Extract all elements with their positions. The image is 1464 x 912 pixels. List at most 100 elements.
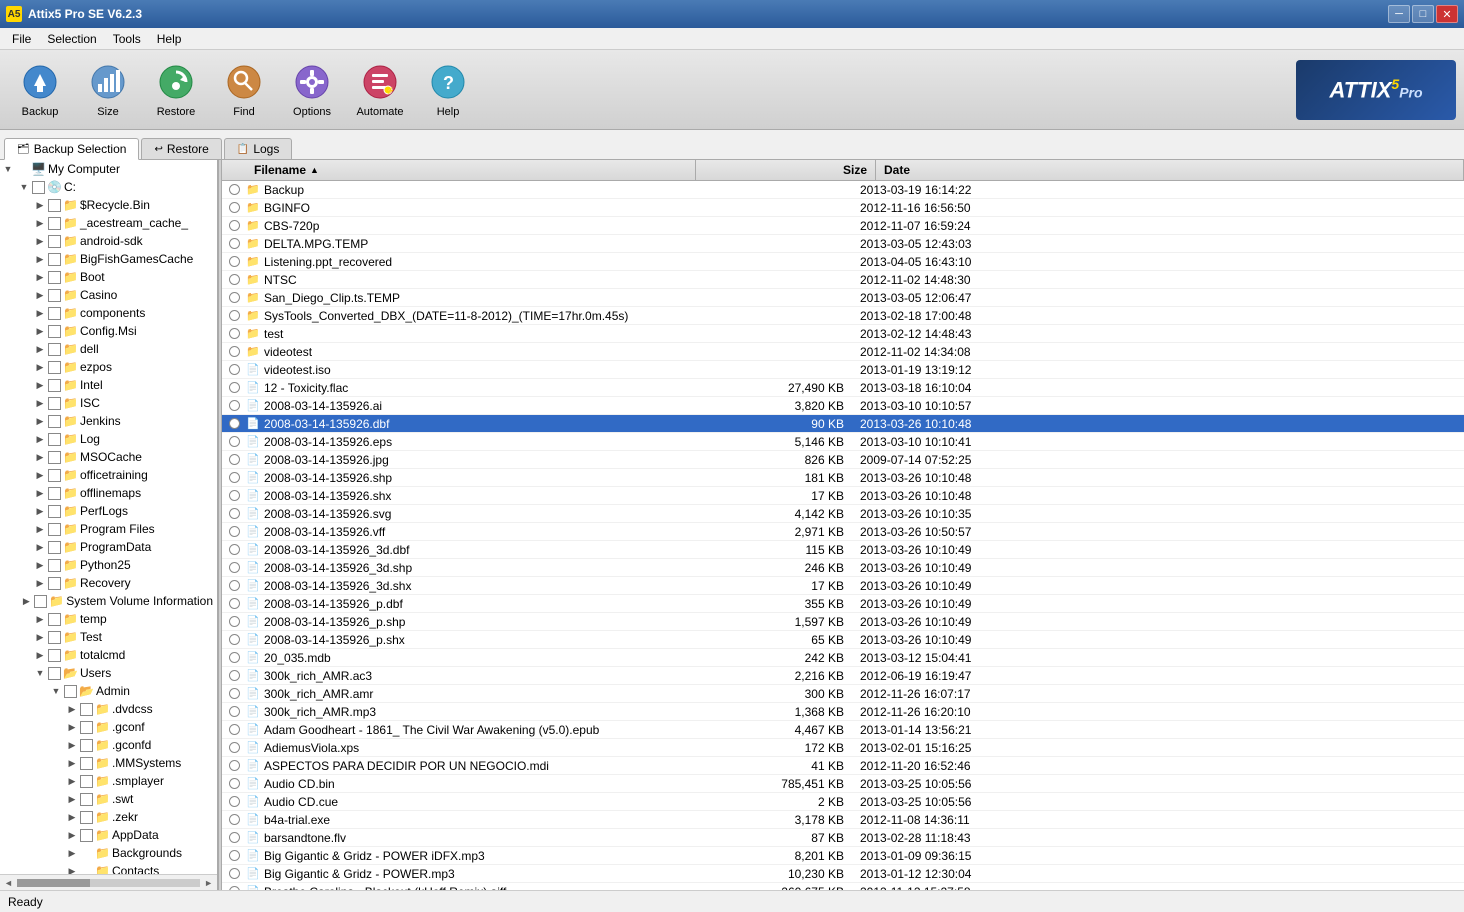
file-row[interactable]: 📄 20_035.mdb 242 KB 2013-03-12 15:04:41 [222, 649, 1464, 667]
file-row[interactable]: 📄 2008-03-14-135926.ai 3,820 KB 2013-03-… [222, 397, 1464, 415]
size-button[interactable]: Size [76, 56, 140, 124]
help-button[interactable]: ? Help [416, 56, 480, 124]
file-radio[interactable] [229, 418, 240, 429]
tree-expander-contacts[interactable]: ▶ [64, 863, 80, 874]
tree-checkbox-gconf[interactable] [80, 721, 93, 734]
file-radio[interactable] [229, 616, 240, 627]
tree-expander-jenkins[interactable]: ▶ [32, 413, 48, 429]
tree-expander-offlinemaps[interactable]: ▶ [32, 485, 48, 501]
close-button[interactable]: ✕ [1436, 5, 1458, 23]
tree-checkbox-python25[interactable] [48, 559, 61, 572]
tree-node-officetraining[interactable]: ▶📁officetraining [0, 466, 217, 484]
tree-node-gconfd[interactable]: ▶📁.gconfd [0, 736, 217, 754]
tree-checkbox-gconfd[interactable] [80, 739, 93, 752]
tree-expander-dell[interactable]: ▶ [32, 341, 48, 357]
tree-expander-boot[interactable]: ▶ [32, 269, 48, 285]
tree-checkbox-android-sdk[interactable] [48, 235, 61, 248]
file-radio[interactable] [229, 742, 240, 753]
tree-expander-appdata[interactable]: ▶ [64, 827, 80, 843]
tree-expander-backgrounds[interactable]: ▶ [64, 845, 80, 861]
filename-column-header[interactable]: Filename ▲ [246, 160, 696, 180]
tree-expander-test[interactable]: ▶ [32, 629, 48, 645]
menu-selection[interactable]: Selection [39, 30, 104, 48]
file-row[interactable]: 📄 2008-03-14-135926.eps 5,146 KB 2013-03… [222, 433, 1464, 451]
file-radio[interactable] [229, 796, 240, 807]
file-radio[interactable] [229, 562, 240, 573]
tree-node-totalcmd[interactable]: ▶📁totalcmd [0, 646, 217, 664]
tree-node-c-drive[interactable]: ▼💿C: [0, 178, 217, 196]
tree-checkbox-jenkins[interactable] [48, 415, 61, 428]
tree-checkbox-program-files[interactable] [48, 523, 61, 536]
tree-checkbox-isc[interactable] [48, 397, 61, 410]
file-row[interactable]: 📄 Big Gigantic & Gridz - POWER iDFX.mp3 … [222, 847, 1464, 865]
file-row[interactable]: 📄 2008-03-14-135926.shx 17 KB 2013-03-26… [222, 487, 1464, 505]
tree-expander-msocache[interactable]: ▶ [32, 449, 48, 465]
file-radio[interactable] [229, 832, 240, 843]
tree-checkbox-intel[interactable] [48, 379, 61, 392]
tree-expander-python25[interactable]: ▶ [32, 557, 48, 573]
tree-checkbox-perflogs[interactable] [48, 505, 61, 518]
tree-checkbox-c-drive[interactable] [32, 181, 45, 194]
tree-node-ezpos[interactable]: ▶📁ezpos [0, 358, 217, 376]
file-radio[interactable] [229, 184, 240, 195]
tree-expander-temp[interactable]: ▶ [32, 611, 48, 627]
tree-checkbox-programdata[interactable] [48, 541, 61, 554]
tree-checkbox-dvdcss[interactable] [80, 703, 93, 716]
file-row[interactable]: 📁 San_Diego_Clip.ts.TEMP 2013-03-05 12:0… [222, 289, 1464, 307]
file-radio[interactable] [229, 886, 240, 890]
file-radio[interactable] [229, 868, 240, 879]
restore-button[interactable]: Restore [144, 56, 208, 124]
tree-node-test[interactable]: ▶📁Test [0, 628, 217, 646]
tree-expander-isc[interactable]: ▶ [32, 395, 48, 411]
tree-expander-log[interactable]: ▶ [32, 431, 48, 447]
tree-scroll-area[interactable]: ▼🖥️My Computer▼💿C:▶📁$Recycle.Bin▶📁_acest… [0, 160, 217, 874]
file-row[interactable]: 📄 2008-03-14-135926_3d.dbf 115 KB 2013-0… [222, 541, 1464, 559]
tree-node-android-sdk[interactable]: ▶📁android-sdk [0, 232, 217, 250]
tree-checkbox-acestream-cache[interactable] [48, 217, 61, 230]
tree-node-intel[interactable]: ▶📁Intel [0, 376, 217, 394]
tree-node-admin[interactable]: ▼📂Admin [0, 682, 217, 700]
file-row[interactable]: 📁 Backup 2013-03-19 16:14:22 [222, 181, 1464, 199]
file-row[interactable]: 📁 CBS-720p 2012-11-07 16:59:24 [222, 217, 1464, 235]
tree-node-recovery[interactable]: ▶📁Recovery [0, 574, 217, 592]
tree-checkbox-officetraining[interactable] [48, 469, 61, 482]
tree-checkbox-test[interactable] [48, 631, 61, 644]
file-radio[interactable] [229, 634, 240, 645]
file-radio[interactable] [229, 760, 240, 771]
find-button[interactable]: Find [212, 56, 276, 124]
tree-checkbox-totalcmd[interactable] [48, 649, 61, 662]
file-row[interactable]: 📄 300k_rich_AMR.mp3 1,368 KB 2012-11-26 … [222, 703, 1464, 721]
tab-restore[interactable]: ↩ Restore [141, 138, 221, 159]
file-radio[interactable] [229, 526, 240, 537]
tree-expander-gconfd[interactable]: ▶ [64, 737, 80, 753]
file-row[interactable]: 📄 300k_rich_AMR.amr 300 KB 2012-11-26 16… [222, 685, 1464, 703]
tree-checkbox-zekr[interactable] [80, 811, 93, 824]
file-radio[interactable] [229, 508, 240, 519]
tree-node-backgrounds[interactable]: ▶📁Backgrounds [0, 844, 217, 862]
tree-expander-components[interactable]: ▶ [32, 305, 48, 321]
tree-checkbox-swt[interactable] [80, 793, 93, 806]
tab-logs[interactable]: 📋 Logs [224, 138, 292, 159]
tree-expander-config-msi[interactable]: ▶ [32, 323, 48, 339]
tree-checkbox-boot[interactable] [48, 271, 61, 284]
menu-tools[interactable]: Tools [105, 30, 149, 48]
tree-checkbox-admin[interactable] [64, 685, 77, 698]
tree-node-appdata[interactable]: ▶📁AppData [0, 826, 217, 844]
tree-node-users[interactable]: ▼📂Users [0, 664, 217, 682]
date-column-header[interactable]: Date [876, 160, 1464, 180]
tree-node-smplayer[interactable]: ▶📁.smplayer [0, 772, 217, 790]
tree-node-recycle-bin[interactable]: ▶📁$Recycle.Bin [0, 196, 217, 214]
tree-checkbox-temp[interactable] [48, 613, 61, 626]
file-radio[interactable] [229, 778, 240, 789]
tree-node-bigfishgamescache[interactable]: ▶📁BigFishGamesCache [0, 250, 217, 268]
file-radio[interactable] [229, 346, 240, 357]
menu-file[interactable]: File [4, 30, 39, 48]
tree-expander-users[interactable]: ▼ [32, 665, 48, 681]
file-row[interactable]: 📁 Listening.ppt_recovered 2013-04-05 16:… [222, 253, 1464, 271]
tree-node-config-msi[interactable]: ▶📁Config.Msi [0, 322, 217, 340]
file-radio[interactable] [229, 382, 240, 393]
file-row[interactable]: 📄 2008-03-14-135926_3d.shx 17 KB 2013-03… [222, 577, 1464, 595]
tree-checkbox-system-volume[interactable] [34, 595, 47, 608]
tree-expander-perflogs[interactable]: ▶ [32, 503, 48, 519]
file-row[interactable]: 📄 2008-03-14-135926_p.shp 1,597 KB 2013-… [222, 613, 1464, 631]
